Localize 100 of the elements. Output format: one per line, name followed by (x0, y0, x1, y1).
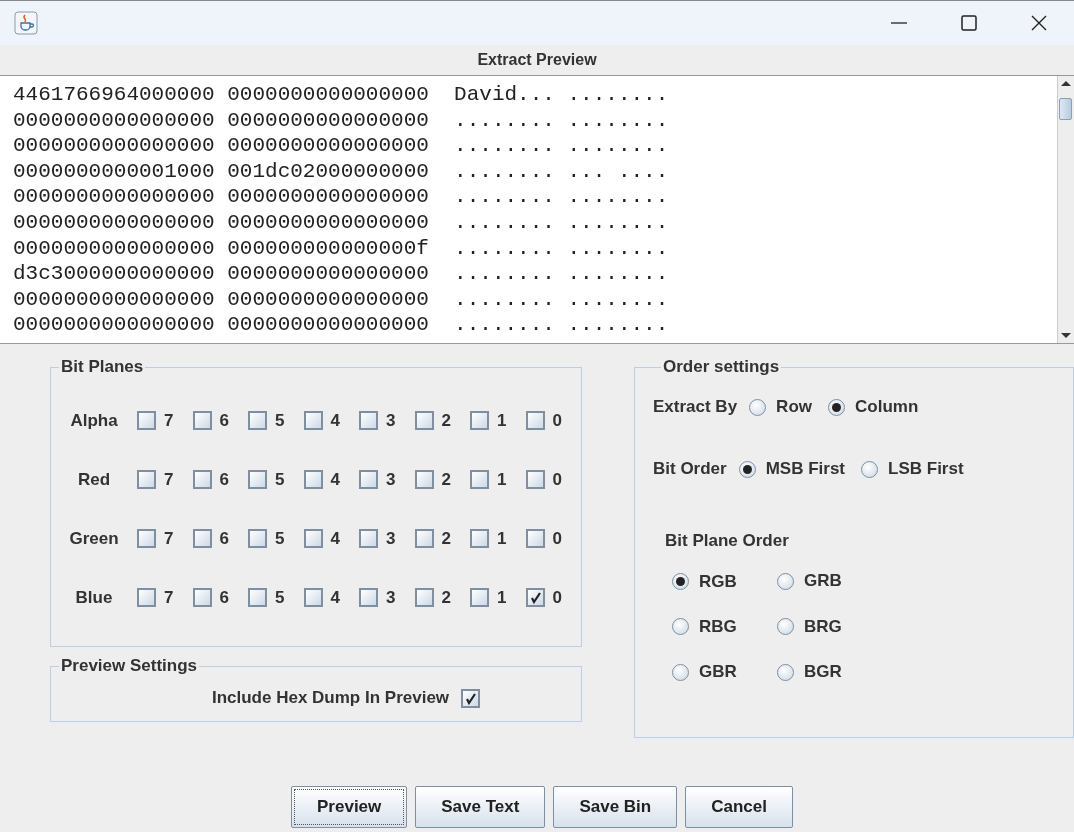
checkbox[interactable] (137, 411, 156, 430)
checkbox[interactable] (470, 411, 489, 430)
checkbox[interactable] (470, 588, 489, 607)
bit-label[interactable]: 5 (275, 587, 285, 608)
checkbox[interactable] (461, 688, 481, 708)
checkbox[interactable] (470, 529, 489, 548)
bit-label[interactable]: 7 (164, 469, 174, 490)
checkbox[interactable] (359, 588, 378, 607)
cup-icon[interactable] (14, 11, 38, 35)
bit-label[interactable]: 1 (497, 528, 507, 549)
checkbox[interactable] (525, 588, 545, 607)
checkbox[interactable] (414, 529, 434, 548)
hex-dump-line: 0000000000000000 0000000000000000 ........ ........ (13, 107, 669, 134)
checkbox[interactable] (303, 470, 323, 489)
bit-label[interactable]: 3 (386, 528, 396, 549)
radio-button[interactable] (777, 572, 794, 590)
radio-button[interactable] (672, 618, 689, 635)
checkbox[interactable] (248, 529, 267, 548)
bit-label[interactable]: 0 (552, 587, 562, 608)
checkbox[interactable] (137, 470, 156, 489)
bit-label[interactable]: 5 (275, 410, 285, 431)
maximize-icon[interactable] (960, 14, 978, 32)
bit-label[interactable]: 7 (164, 528, 174, 549)
checkbox[interactable] (137, 529, 156, 548)
checkbox[interactable] (359, 529, 378, 548)
checkbox[interactable] (470, 470, 489, 489)
bit-label[interactable]: 2 (441, 469, 451, 490)
bit-label[interactable]: 4 (330, 469, 340, 490)
radio-label[interactable]: BRG (804, 616, 842, 637)
checkbox[interactable] (414, 470, 434, 489)
radio-label[interactable]: BGR (804, 662, 842, 682)
radio-button[interactable] (777, 618, 794, 635)
checkbox[interactable] (248, 411, 267, 430)
checkbox[interactable] (192, 529, 212, 548)
bit-label[interactable]: 5 (275, 469, 285, 490)
bit-label[interactable]: 7 (164, 410, 174, 431)
bit-label[interactable]: 2 (441, 528, 451, 549)
bit-label[interactable]: 0 (552, 410, 562, 431)
bit-label[interactable]: 3 (386, 410, 396, 431)
bit-label[interactable]: 1 (497, 410, 507, 431)
bit-label[interactable]: 2 (441, 587, 451, 608)
radio-label[interactable]: Row (776, 397, 812, 417)
radio-button[interactable] (777, 663, 794, 681)
radio-label[interactable]: Column (855, 397, 919, 417)
bit-label[interactable]: 4 (330, 528, 340, 549)
checkbox[interactable] (414, 411, 434, 430)
checkbox-label[interactable]: Include Hex Dump In Preview (211, 688, 450, 708)
bit-label[interactable]: 6 (219, 469, 229, 490)
close-icon[interactable] (1030, 14, 1048, 32)
bit-label[interactable]: 6 (219, 587, 229, 608)
checkbox[interactable] (137, 588, 156, 607)
checkbox[interactable] (303, 588, 323, 607)
checkbox[interactable] (248, 588, 267, 607)
radio-button[interactable] (828, 398, 845, 416)
checkbox[interactable] (525, 470, 545, 489)
radio-button[interactable] (749, 398, 767, 416)
radio-label[interactable]: RBG (699, 616, 737, 637)
radio-label[interactable]: MSB First (765, 459, 846, 479)
bit-label[interactable]: 0 (552, 528, 562, 549)
radio-label[interactable]: GRB (804, 571, 842, 591)
bit-label[interactable]: 2 (441, 410, 451, 431)
scrollbar[interactable] (1057, 76, 1074, 343)
radio-label[interactable]: GBR (699, 662, 737, 682)
checkbox[interactable] (303, 411, 323, 430)
radio-button[interactable] (672, 663, 689, 681)
bit-label[interactable]: 5 (275, 528, 285, 549)
bit-label[interactable]: 0 (552, 469, 562, 490)
checkbox[interactable] (359, 470, 378, 489)
checkbox[interactable] (414, 588, 434, 607)
bit-label[interactable]: 1 (497, 587, 507, 608)
bit-label[interactable]: 1 (497, 469, 507, 490)
bit-label[interactable]: 3 (386, 469, 396, 490)
field-label: Extract By (653, 397, 738, 417)
dialog-button[interactable]: Save Text (415, 786, 546, 828)
bit-label[interactable]: 4 (330, 587, 340, 608)
checkbox[interactable] (192, 411, 212, 430)
radio-label[interactable]: RGB (699, 571, 737, 592)
radio-button[interactable] (672, 573, 689, 590)
preview-text-area[interactable] (0, 75, 1074, 344)
checkbox[interactable] (303, 529, 323, 548)
radio-label[interactable]: LSB First (888, 459, 964, 479)
checkbox[interactable] (192, 588, 212, 607)
hex-dump-line: 0000000000000000 0000000000000000 ........ ........ (13, 133, 669, 159)
checkbox[interactable] (525, 529, 545, 548)
scrollbar-thumb[interactable] (1059, 98, 1072, 120)
dialog-button[interactable]: Cancel (685, 786, 793, 828)
bit-label[interactable]: 6 (219, 528, 229, 549)
checkbox[interactable] (248, 470, 267, 489)
bit-label[interactable]: 6 (219, 410, 229, 431)
bit-label[interactable]: 3 (386, 587, 396, 608)
checkbox[interactable] (525, 411, 545, 430)
checkbox[interactable] (359, 411, 378, 430)
bit-label[interactable]: 7 (164, 587, 174, 608)
radio-button[interactable] (738, 460, 756, 478)
checkbox[interactable] (192, 470, 212, 489)
dialog-button[interactable]: Preview (291, 786, 408, 828)
dialog-button[interactable]: Save Bin (553, 786, 678, 828)
check-icon (464, 691, 478, 705)
bit-label[interactable]: 4 (330, 410, 340, 431)
radio-button[interactable] (861, 460, 879, 478)
